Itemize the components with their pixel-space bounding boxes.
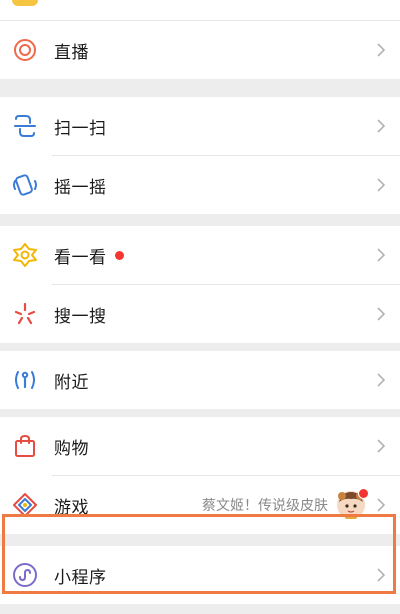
menu-item-mini-programs-label: 小程序: [54, 567, 107, 588]
group-live: 直播: [0, 21, 400, 79]
section-gap: [0, 79, 400, 97]
menu-item-nearby[interactable]: 附近: [0, 351, 400, 409]
menu-item-scan-label: 扫一扫: [54, 118, 107, 139]
chevron-right-icon: [374, 119, 388, 133]
menu-item-shake-label: 摇一摇: [54, 177, 107, 198]
partial-icon: [12, 0, 38, 6]
menu-item-live-label: 直播: [54, 42, 89, 63]
section-gap: [0, 409, 400, 417]
chevron-right-icon: [374, 307, 388, 321]
top-stories-icon: [12, 242, 38, 268]
shake-icon: [12, 172, 38, 198]
chevron-right-icon: [374, 439, 388, 453]
game-character-avatar: [336, 488, 369, 520]
chevron-right-icon: [374, 568, 388, 582]
menu-item-shopping-label: 购物: [54, 438, 89, 459]
menu-item-nearby-label: 附近: [54, 372, 89, 393]
scan-icon: [12, 113, 38, 139]
chevron-right-icon: [374, 373, 388, 387]
menu-item-mini-programs[interactable]: 小程序: [0, 546, 400, 604]
section-gap: [0, 214, 400, 226]
games-icon: [12, 492, 38, 518]
menu-item-top-stories[interactable]: 看一看: [0, 226, 400, 284]
menu-item-shopping[interactable]: 购物: [0, 417, 400, 475]
search-star-icon: [12, 301, 38, 327]
live-ring-icon: [12, 37, 38, 63]
menu-item-search-label: 搜一搜: [54, 306, 107, 327]
chevron-right-icon: [374, 498, 388, 512]
avatar-notification-dot: [358, 488, 369, 499]
menu-item-games-label: 游戏: [54, 497, 89, 518]
group-nearby: 附近: [0, 351, 400, 409]
chevron-right-icon: [374, 178, 388, 192]
shopping-bag-icon: [12, 433, 38, 459]
notification-dot: [114, 250, 124, 260]
top-gap: [0, 0, 400, 21]
menu-item-search[interactable]: 搜一搜: [0, 285, 400, 343]
menu-item-games[interactable]: 游戏 蔡文姬！传说级皮肤: [0, 476, 400, 534]
menu-item-shake[interactable]: 摇一摇: [0, 156, 400, 214]
group-stories-search: 看一看 搜一搜: [0, 226, 400, 343]
nearby-icon: [12, 367, 38, 393]
games-promo-text: 蔡文姬！传说级皮肤: [202, 498, 328, 514]
menu-item-scan[interactable]: 扫一扫: [0, 97, 400, 155]
group-scan-shake: 扫一扫 摇一摇: [0, 97, 400, 214]
group-shopping-games: 购物 游戏 蔡文姬！传说级皮肤: [0, 417, 400, 534]
section-gap: [0, 343, 400, 351]
group-mini-programs: 小程序: [0, 546, 400, 604]
chevron-right-icon: [374, 248, 388, 262]
mini-program-icon: [12, 562, 38, 588]
menu-item-top-stories-label: 看一看: [54, 247, 107, 268]
chevron-right-icon: [374, 43, 388, 57]
section-gap: [0, 534, 400, 546]
menu-item-live[interactable]: 直播: [0, 21, 400, 79]
